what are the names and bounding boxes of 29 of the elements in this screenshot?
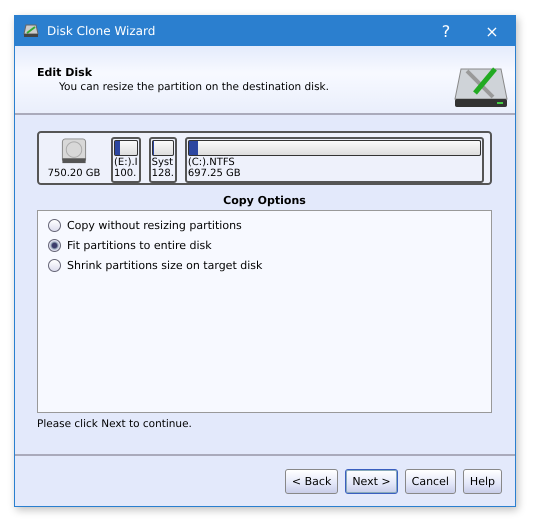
partition-size: 697.25 GB [188,168,242,179]
section-title: Copy Options [222,194,307,207]
partition-size: 128. [152,168,174,179]
partition-block[interactable]: Syst 128. [148,137,177,183]
radio-button[interactable] [48,219,61,232]
radio-button[interactable] [48,259,61,272]
close-button[interactable]: × [469,16,515,46]
hard-drive-icon [59,137,89,166]
radio-option[interactable]: Shrink partitions size on target disk [48,259,481,272]
partition-name: Syst [152,157,174,168]
page-title: Edit Disk [37,66,94,79]
radio-option[interactable]: Copy without resizing partitions [48,219,481,232]
window-title: Disk Clone Wizard [47,24,156,38]
partition-name: (C:).NTFS [188,157,236,168]
partition-name: (E:).I [114,157,138,168]
wizard-button[interactable]: Next > [345,468,398,494]
page-subtitle: You can resize the partition on the destination disk. [58,81,329,93]
partition-block[interactable]: (C:).NTFS 697.25 GB [184,137,484,183]
help-button[interactable]: ? [423,16,469,46]
wizard-button[interactable]: < Back [284,468,338,494]
wizard-button[interactable]: Help [462,468,502,494]
disk-icon [23,24,39,38]
radio-button[interactable] [48,239,61,252]
disk-size: 750.20 GB [48,168,100,179]
partition-size: 100. [114,168,138,179]
hint-text: Please click Next to continue. [37,418,193,430]
partition-block[interactable]: (E:).I 100. [111,137,141,183]
radio-option[interactable]: Fit partitions to entire disk [48,239,481,252]
wizard-button[interactable]: Cancel [404,468,456,494]
